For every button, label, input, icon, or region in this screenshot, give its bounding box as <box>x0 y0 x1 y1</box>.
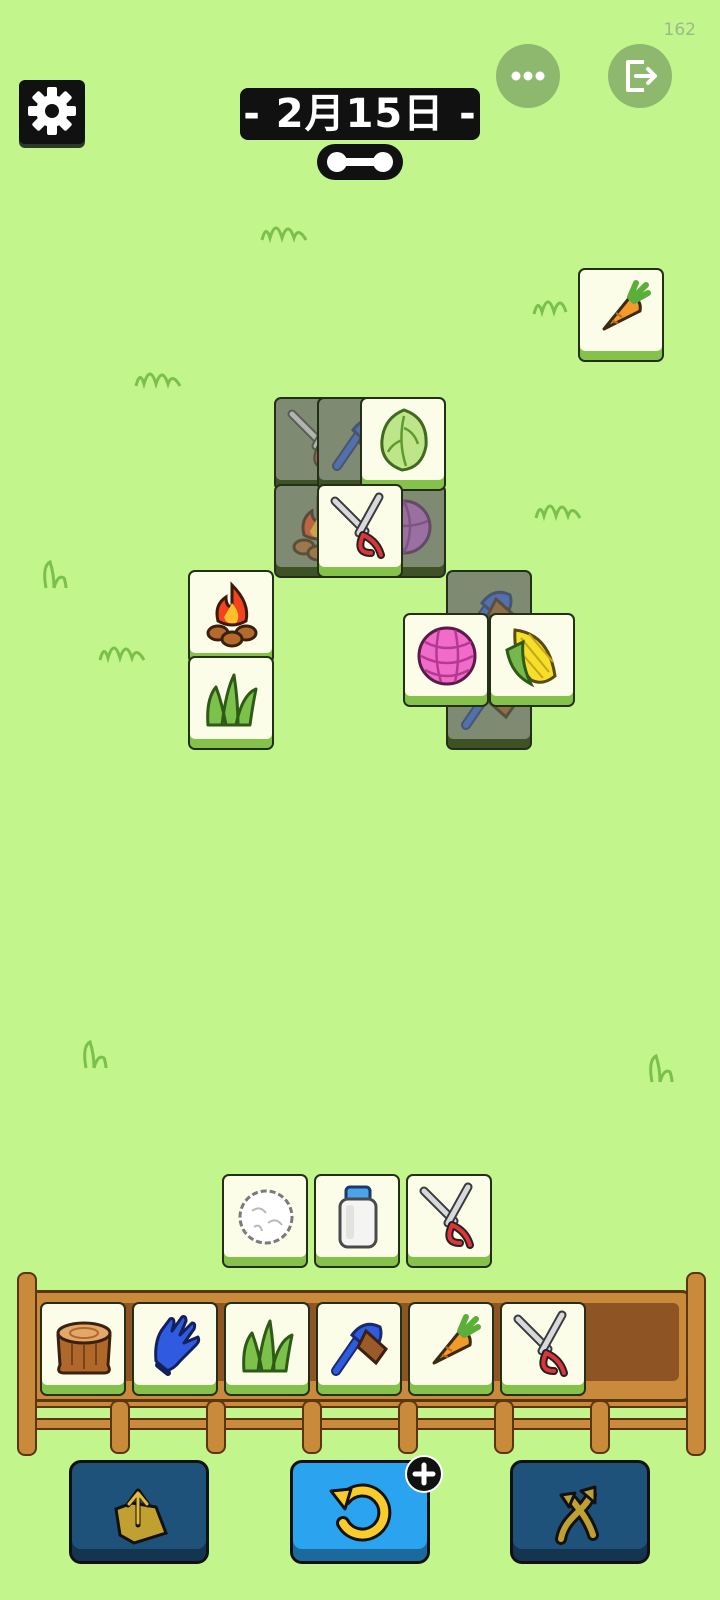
tile-campfire[interactable] <box>188 570 274 664</box>
tray-slot-grass <box>224 1302 310 1396</box>
fence-post <box>590 1400 610 1454</box>
tray-slot-carrot <box>408 1302 494 1396</box>
plus-icon <box>412 1462 436 1486</box>
undo-arrow-icon <box>329 1483 392 1542</box>
shuffle-button[interactable] <box>510 1460 650 1564</box>
grass-icon <box>242 1319 294 1373</box>
tile-grass[interactable] <box>188 656 274 750</box>
fence-post <box>206 1400 226 1454</box>
blue-glove-icon <box>154 1315 201 1376</box>
fence-post <box>110 1400 130 1454</box>
shuffle-arrows-icon <box>555 1485 599 1545</box>
tray-slot-blue-glove <box>132 1302 218 1396</box>
fence-post <box>398 1400 418 1454</box>
tile-cabbage[interactable] <box>360 397 446 491</box>
fence-post <box>686 1272 706 1456</box>
tray-slot-shears <box>500 1302 586 1396</box>
blue-brush-icon <box>331 1322 388 1376</box>
tile-milk-jar[interactable] <box>314 1174 400 1268</box>
tray-slot-blue-brush <box>316 1302 402 1396</box>
tree-stump-icon <box>56 1321 112 1375</box>
tray-out-icon <box>114 1488 168 1545</box>
tray-slot-tree-stump <box>40 1302 126 1396</box>
tile-shears[interactable] <box>406 1174 492 1268</box>
undo-add-badge[interactable] <box>405 1455 443 1493</box>
milk-jar-icon <box>338 1185 378 1249</box>
tile-carrot[interactable] <box>578 268 664 362</box>
fence-post <box>302 1400 322 1454</box>
campfire-icon <box>206 581 258 648</box>
yarn-ball-icon <box>417 626 477 686</box>
grass-icon <box>206 673 258 727</box>
tile-shears[interactable] <box>317 484 403 578</box>
carrot-icon <box>432 1314 481 1365</box>
shears-icon <box>419 1182 474 1249</box>
tile-corn[interactable] <box>489 613 575 707</box>
fence-post <box>17 1272 37 1456</box>
carrot-icon <box>602 280 651 331</box>
cabbage-icon <box>380 408 428 472</box>
remove-tiles-button[interactable] <box>69 1460 209 1564</box>
tile-yarn-ball[interactable] <box>403 613 489 707</box>
shears-icon <box>513 1310 568 1377</box>
shears-icon <box>330 492 385 559</box>
tile-cotton[interactable] <box>222 1174 308 1268</box>
corn-icon <box>505 628 557 688</box>
cotton-icon <box>238 1189 294 1245</box>
fence-post <box>494 1400 514 1454</box>
